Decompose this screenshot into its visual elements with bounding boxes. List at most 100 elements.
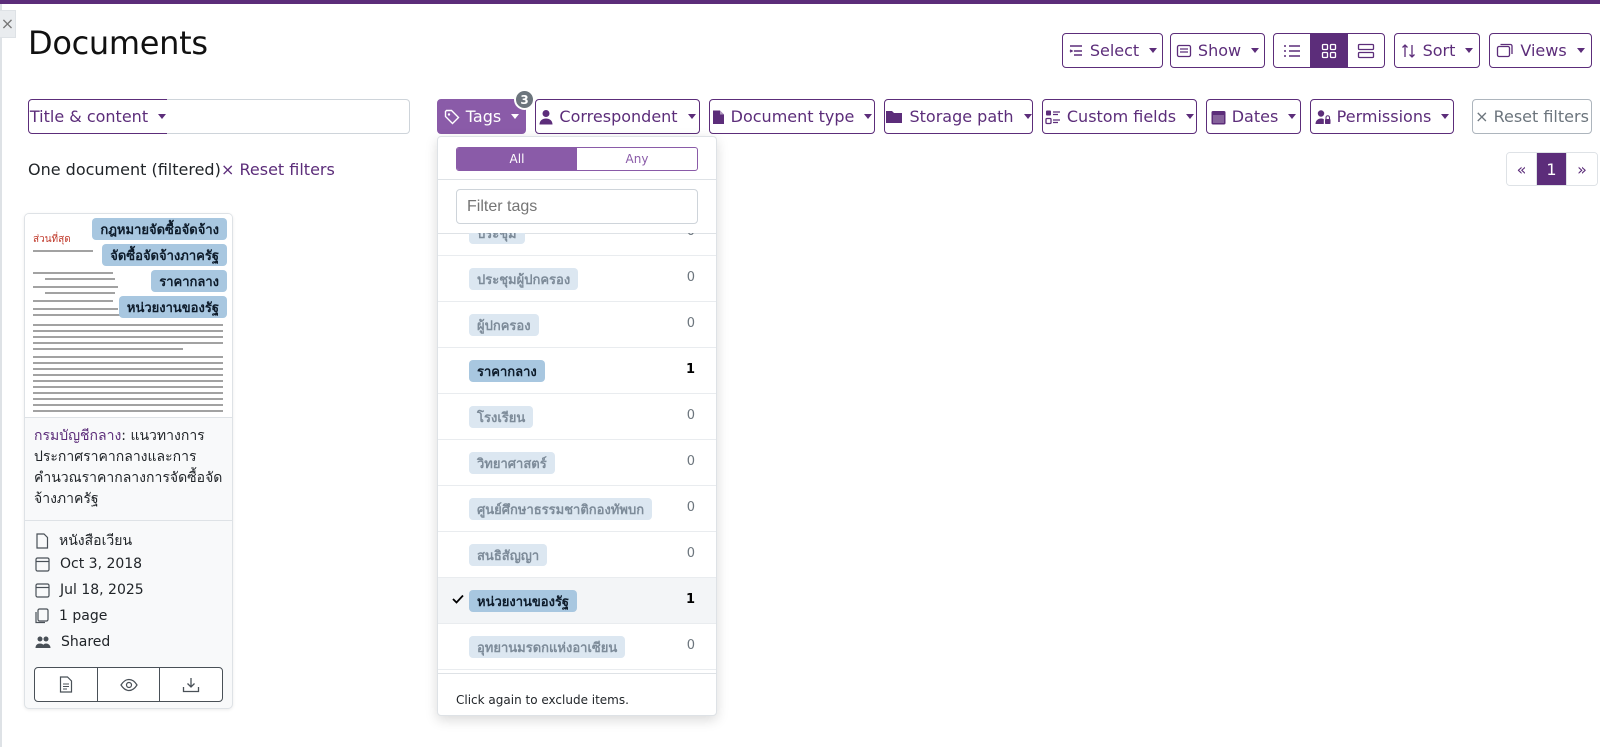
file-icon [712,110,724,124]
document-type-value[interactable]: หนังสือเวียน [59,530,132,552]
pager-next[interactable]: » [1567,153,1597,185]
tag-item[interactable]: ผู้ปกครอง 0 [438,302,716,348]
chevron-down-icon [1149,48,1158,53]
tag-pill: วิทยาศาสตร์ [469,452,555,474]
reset-filters-link[interactable]: × Reset filters [221,160,335,179]
list-icon [1284,44,1300,57]
created-date-value: Oct 3, 2018 [60,556,143,572]
view-grid-button[interactable] [1311,34,1348,67]
tag-count: 1 [685,592,695,607]
tag-icon [444,109,460,124]
card-divider [25,520,232,521]
tag-pill: สนธิสัญญา [469,544,548,566]
meta-added-date: Jul 18, 2025 [35,582,144,598]
tag-item[interactable]: สนธิสัญญา 0 [438,532,716,578]
preview-button[interactable] [98,668,161,701]
tag-pill: หน่วยงานของรัฐ [469,590,578,612]
document-card[interactable]: ส่วนที่สุด กฎหมายจัดซื้อจัดจ้าง จัดซื้อจ… [24,213,233,709]
card-tag[interactable]: กฎหมายจัดซื้อจัดจ้าง [92,218,227,240]
tag-item[interactable]: ประชุม 0 [438,233,716,256]
storage-path-filter-label: Storage path [909,107,1014,126]
chevron-down-icon [1288,114,1297,119]
match-all-button[interactable]: All [457,148,577,170]
title-content-select[interactable]: Title & content [28,99,168,134]
file-text-icon [59,676,72,693]
document-thumbnail[interactable]: ส่วนที่สุด กฎหมายจัดซื้อจัดจ้าง จัดซื้อจ… [25,214,232,418]
tag-list: ประชุม 0 ประชุมผู้ปกครอง 0 ผู้ปกครอง 0 ร… [438,233,716,673]
people-icon [35,636,51,648]
filter-tags-input[interactable] [456,189,698,224]
view-list-button[interactable] [1274,34,1311,67]
card-tag[interactable]: ราคากลาง [151,270,227,292]
meta-created-date: Oct 3, 2018 [35,556,142,572]
correspondent-link[interactable]: กรมบัญชีกลาง [34,428,121,444]
document-type-filter-button[interactable]: Document type [709,99,875,134]
card-text-icon [1176,44,1192,57]
tag-pill: โรงเรียน [469,406,534,428]
tags-filter-label: Tags [465,107,502,126]
meta-page-count: 1 page [35,608,107,624]
select-button[interactable]: Select [1062,33,1163,68]
tag-item[interactable]: ประชุมผู้ปกครอง 0 [438,256,716,302]
card-tag[interactable]: จัดซื้อจัดจ้างภาครัฐ [102,244,227,266]
calendar-outline-icon [35,557,50,572]
tags-dropdown: All Any ประชุม 0 ประชุมผู้ปกครอง 0 ผู้ปก… [437,136,717,716]
files-icon [35,608,49,624]
reset-filters-button[interactable]: × Reset filters [1472,99,1592,134]
storage-path-filter-button[interactable]: Storage path [884,99,1033,134]
download-button[interactable] [160,668,222,701]
check-icon [452,594,464,604]
correspondent-filter-label: Correspondent [559,107,678,126]
pager-prev[interactable]: « [1507,153,1537,185]
chevron-down-icon [864,114,873,119]
card-actions [34,667,223,702]
show-button[interactable]: Show [1170,33,1265,68]
grid-icon [1321,43,1337,58]
tag-pill: ประชุมผู้ปกครอง [469,268,579,290]
card-tag[interactable]: หน่วยงานของรัฐ [118,296,227,318]
tag-item-selected[interactable]: ราคากลาง 1 [438,348,716,394]
view-mode-group [1273,33,1385,68]
custom-fields-filter-label: Custom fields [1066,107,1177,126]
tag-count: 0 [686,408,695,423]
tag-item[interactable]: อุทยานมรดกแห่งอาเซียน 0 [438,624,716,670]
search-input[interactable] [167,99,410,134]
tag-item[interactable]: วิทยาศาสตร์ 0 [438,440,716,486]
sort-button[interactable]: Sort [1394,33,1480,68]
tag-match-mode: All Any [456,147,698,171]
tag-item[interactable]: โรงเรียน 0 [438,394,716,440]
pagination: « 1 » [1506,152,1598,186]
views-button[interactable]: Views [1489,33,1592,68]
dropdown-divider [438,179,716,180]
sort-arrows-icon [1401,43,1415,58]
pager-page-1[interactable]: 1 [1537,153,1567,185]
thumbnail-header-text: ส่วนที่สุด [33,234,71,245]
tag-item[interactable]: ศูนย์ศึกษาธรรมชาติกองทัพบก 0 [438,486,716,532]
view-large-cards-button[interactable] [1348,34,1384,67]
collapse-sidebar-icon[interactable]: × [0,10,16,38]
dates-filter-button[interactable]: Dates [1206,99,1301,134]
chevron-down-icon [511,114,520,119]
match-any-button[interactable]: Any [577,148,697,170]
permissions-filter-button[interactable]: Permissions [1310,99,1454,134]
eye-icon [119,678,138,691]
download-icon [183,677,200,692]
custom-fields-filter-button[interactable]: Custom fields [1042,99,1197,134]
document-type-filter-label: Document type [730,107,855,126]
rows-icon [1357,43,1375,58]
sidebar-edge [0,4,2,747]
tags-count-badge: 3 [514,89,535,110]
tags-filter-button[interactable]: Tags [437,99,526,134]
calendar-icon [1211,110,1226,124]
calendar-outline-icon [35,583,50,598]
tag-item-checked[interactable]: หน่วยงานของรัฐ 1 [438,578,716,624]
open-details-button[interactable] [35,668,98,701]
tag-count: 0 [687,233,695,239]
tag-pill: ศูนย์ศึกษาธรรมชาติกองทัพบก [469,498,653,520]
tag-count: 0 [686,546,695,561]
select-list-icon [1069,44,1082,56]
correspondent-filter-button[interactable]: Correspondent [535,99,700,134]
sharing-value: Shared [61,634,111,650]
ui-checks-icon [1045,110,1060,124]
chevron-down-icon [1576,48,1585,53]
